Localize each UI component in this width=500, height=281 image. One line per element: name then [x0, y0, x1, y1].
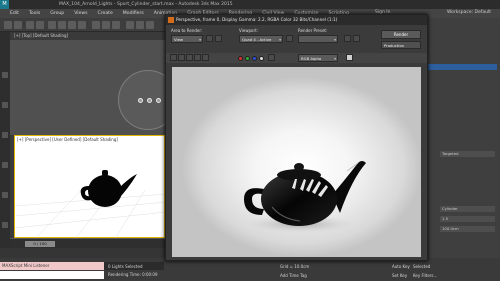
- print-icon[interactable]: [194, 54, 201, 61]
- teapot-silhouette: [80, 170, 137, 207]
- track-bar[interactable]: [0, 248, 170, 258]
- area-to-render-value: View: [174, 37, 184, 42]
- menu-edit[interactable]: Edit: [10, 11, 19, 16]
- channel-dropdown[interactable]: RGB Alpha ▾: [298, 54, 338, 62]
- panel-row-cylinder[interactable]: Cylinder: [440, 206, 495, 212]
- save-image-icon[interactable]: [170, 54, 177, 61]
- green-channel-icon[interactable]: [245, 56, 250, 61]
- menu-tools[interactable]: Tools: [29, 11, 40, 16]
- tool-icon[interactable]: [2, 102, 8, 108]
- panel-row-targeted[interactable]: Targeted: [440, 151, 495, 157]
- unlink-icon[interactable]: [36, 21, 44, 29]
- tool-icon[interactable]: [2, 132, 8, 138]
- copy-image-icon[interactable]: [178, 54, 185, 61]
- redo-icon[interactable]: [14, 21, 22, 29]
- viewport-top[interactable]: [10, 40, 178, 135]
- blue-channel-icon[interactable]: [252, 56, 257, 61]
- scale-icon[interactable]: [78, 21, 86, 29]
- app-logo-icon[interactable]: M: [0, 0, 9, 9]
- viewport-perspective[interactable]: [+] [Perspective] [User Defined] [Defaul…: [14, 135, 166, 239]
- viewport-top-label[interactable]: [+] [Top] [Default Shading]: [14, 33, 68, 38]
- chevron-down-icon: ▾: [279, 37, 281, 42]
- light-icon[interactable]: [156, 98, 161, 103]
- perspective-scene: [15, 170, 166, 239]
- mirror-icon[interactable]: [102, 21, 110, 29]
- tool-icon[interactable]: [2, 192, 8, 198]
- area-to-render-dropdown[interactable]: View ▾: [171, 35, 203, 43]
- layers-icon[interactable]: [126, 21, 134, 29]
- command-panel: Sign In Workspace: Default Targeted Cyli…: [375, 10, 500, 258]
- alpha-channel-icon[interactable]: [259, 56, 264, 61]
- tool-icon[interactable]: [2, 222, 8, 228]
- render-frame-titlebar[interactable]: Perspective, frame 0, Display Gamma: 2.2…: [166, 15, 427, 25]
- left-tool-column: [0, 32, 10, 249]
- teapot-render: [244, 161, 366, 233]
- key-mode-dropdown[interactable]: Selected: [413, 264, 430, 269]
- set-key-button[interactable]: Set Key: [392, 273, 407, 278]
- menu-views[interactable]: Views: [74, 11, 87, 16]
- chevron-down-icon: ▾: [334, 56, 336, 61]
- workspace-dropdown[interactable]: Workspace: Default: [447, 10, 491, 15]
- chevron-down-icon: ▾: [199, 37, 201, 42]
- render-setup-icon[interactable]: [344, 35, 351, 42]
- viewport-perspective-label[interactable]: [+] [Perspective] [User Defined] [Defaul…: [17, 137, 118, 142]
- viewport-value: Quad 4 - Active: [242, 37, 272, 42]
- status-lights-selected: 0 Lights Selected: [108, 264, 143, 269]
- light-icon[interactable]: [138, 98, 143, 103]
- render-setup-icon[interactable]: [146, 21, 154, 29]
- snap-icon[interactable]: [92, 21, 100, 29]
- channel-value: RGB Alpha: [301, 56, 322, 61]
- render-frame-window: Perspective, frame 0, Display Gamma: 2.2…: [165, 14, 428, 261]
- color-swatch[interactable]: [346, 54, 353, 61]
- clear-icon[interactable]: [202, 54, 209, 61]
- link-icon[interactable]: [26, 21, 34, 29]
- app-title: MAX_104_Arnold_Lights - Sport_Cylinder_s…: [59, 2, 233, 7]
- key-filters-button[interactable]: Key Filters...: [413, 273, 437, 278]
- time-slider[interactable]: 0 / 100: [25, 241, 55, 247]
- render-button[interactable]: Render: [381, 30, 421, 39]
- app-titlebar: M MAX_104_Arnold_Lights - Sport_Cylinder…: [0, 0, 500, 9]
- add-time-tag-button[interactable]: Add Time Tag: [280, 273, 307, 278]
- monochrome-icon[interactable]: [268, 54, 275, 61]
- auto-key-button[interactable]: Auto Key: [392, 264, 410, 269]
- render-frame-icon: [168, 17, 174, 23]
- select-icon[interactable]: [48, 21, 56, 29]
- menu-group[interactable]: Group: [50, 11, 64, 16]
- production-dropdown[interactable]: Production: [381, 41, 421, 49]
- tool-icon[interactable]: [2, 162, 8, 168]
- render-preset-dropdown[interactable]: ▾: [298, 35, 338, 43]
- environment-icon[interactable]: [353, 35, 360, 42]
- teapot-spout: [332, 161, 366, 213]
- render-frame-title: Perspective, frame 0, Display Gamma: 2.2…: [176, 17, 338, 22]
- red-channel-icon[interactable]: [238, 56, 243, 61]
- undo-icon[interactable]: [4, 21, 12, 29]
- maxscript-listener[interactable]: MAXScript Mini Listener: [0, 262, 104, 270]
- material-editor-icon[interactable]: [136, 21, 144, 29]
- menu-modifiers[interactable]: Modifiers: [123, 11, 144, 16]
- auto-region-icon[interactable]: [215, 35, 222, 42]
- area-to-render-label: Area to Render:: [171, 28, 203, 33]
- panel-row-size[interactable]: 100.0cm: [440, 226, 495, 232]
- chevron-down-icon: ▾: [334, 37, 336, 42]
- maxscript-output[interactable]: [0, 271, 104, 279]
- align-icon[interactable]: [112, 21, 120, 29]
- time-slider-track[interactable]: 0 / 100: [10, 238, 165, 248]
- clone-frame-icon[interactable]: [186, 54, 193, 61]
- rotate-icon[interactable]: [68, 21, 76, 29]
- light-icon[interactable]: [147, 98, 152, 103]
- tool-icon[interactable]: [2, 72, 8, 78]
- render-preset-label: Render Preset:: [298, 28, 328, 33]
- teapot-knob: [294, 163, 304, 171]
- status-grid: Grid = 10.0cm: [280, 264, 310, 269]
- viewport-dropdown[interactable]: Quad 4 - Active ▾: [239, 35, 283, 43]
- viewport-label: Viewport:: [239, 28, 259, 33]
- selected-object-row[interactable]: [427, 64, 497, 70]
- panel-row-value[interactable]: 1.5: [440, 216, 495, 222]
- edit-region-icon[interactable]: [206, 35, 213, 42]
- render-output-canvas[interactable]: [172, 67, 421, 257]
- lock-icon[interactable]: [286, 35, 293, 42]
- status-render-time: Rendering Time: 0:00:09: [108, 272, 158, 277]
- move-icon[interactable]: [58, 21, 66, 29]
- menu-create[interactable]: Create: [98, 11, 113, 16]
